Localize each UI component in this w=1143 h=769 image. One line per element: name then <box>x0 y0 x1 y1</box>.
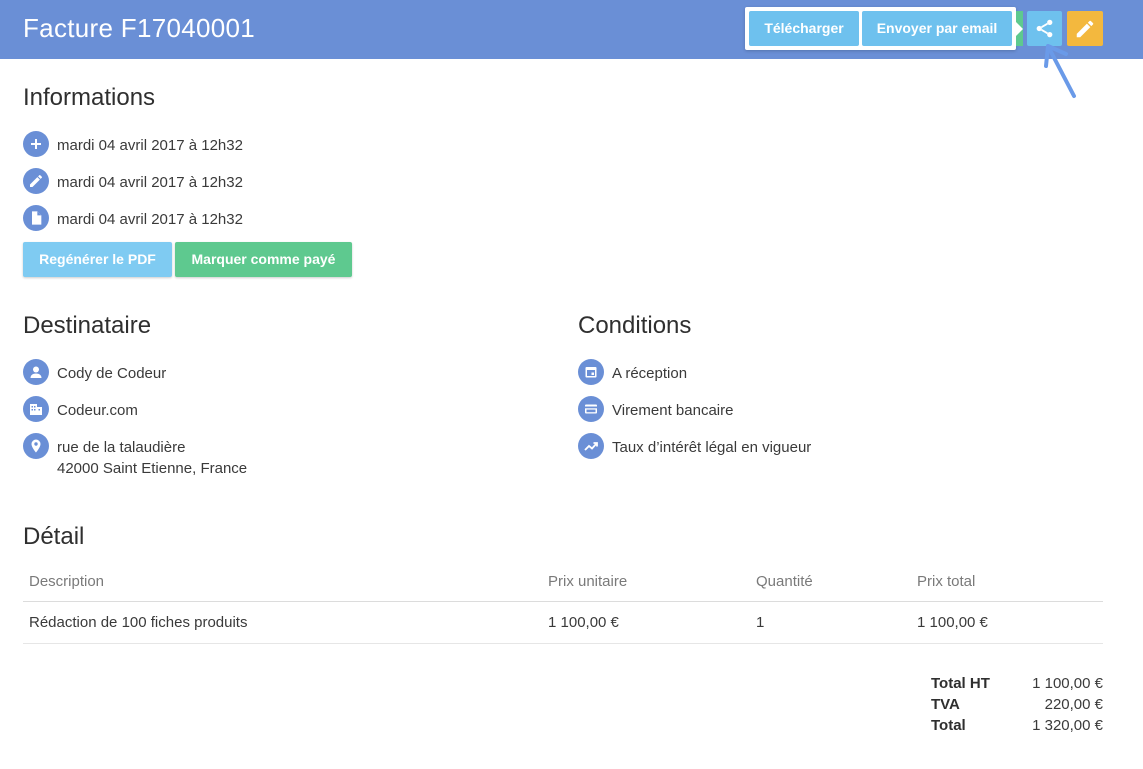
column-header-unit-price: Prix unitaire <box>548 573 628 590</box>
item-unit-price: 1 100,00 € <box>548 614 619 631</box>
recipient-name: Cody de Codeur <box>57 365 167 382</box>
pencil-icon <box>23 168 49 194</box>
person-icon <box>23 359 49 385</box>
calendar-icon <box>578 359 604 385</box>
total-ht-label: Total HT <box>931 675 990 692</box>
trending-up-icon <box>578 433 604 459</box>
table-row: Rédaction de 100 fiches produits 1 100,0… <box>23 602 1103 644</box>
recipient-company: Codeur.com <box>57 402 138 419</box>
payment-term: A réception <box>612 365 688 382</box>
plus-icon <box>23 131 49 157</box>
tva-row: TVA 220,00 € <box>931 696 1103 717</box>
total-ht-row: Total HT 1 100,00 € <box>931 675 1103 696</box>
annotation-arrow-icon <box>1044 44 1076 98</box>
regenerate-pdf-button[interactable]: Regénérer le PDF <box>23 242 172 277</box>
modified-date: mardi 04 avril 2017 à 12h32 <box>57 174 243 191</box>
total-label: Total <box>931 717 966 734</box>
page-title: Facture F17040001 <box>23 13 256 43</box>
mark-paid-button[interactable]: Marquer comme payé <box>175 242 352 277</box>
item-total-price: 1 100,00 € <box>917 614 988 631</box>
detail-heading: Détail <box>23 523 85 550</box>
recipient-address-line2: 42000 Saint Etienne, France <box>57 460 248 477</box>
recipient-heading: Destinataire <box>23 312 152 339</box>
item-quantity: 1 <box>756 614 765 631</box>
tva-label: TVA <box>931 696 960 713</box>
building-icon <box>23 396 49 422</box>
credit-card-icon <box>578 396 604 422</box>
download-button[interactable]: Télécharger <box>749 11 859 46</box>
column-header-quantity: Quantité <box>756 573 813 590</box>
location-pin-icon <box>23 433 49 459</box>
created-date: mardi 04 avril 2017 à 12h32 <box>57 137 243 154</box>
share-popover: Télécharger Envoyer par email <box>745 7 1016 50</box>
pdf-date: mardi 04 avril 2017 à 12h32 <box>57 211 243 228</box>
total-ht-value: 1 100,00 € <box>1032 675 1103 692</box>
document-icon <box>23 205 49 231</box>
recipient-address-line1: rue de la talaudière <box>57 439 186 456</box>
column-header-total-price: Prix total <box>917 573 976 590</box>
column-header-description: Description <box>29 573 105 590</box>
share-icon <box>1036 19 1053 38</box>
send-email-button[interactable]: Envoyer par email <box>862 11 1012 46</box>
conditions-heading: Conditions <box>578 312 692 339</box>
late-interest: Taux d’intérêt légal en vigueur <box>612 439 812 456</box>
tva-value: 220,00 € <box>1044 696 1103 713</box>
pencil-icon <box>1076 20 1094 38</box>
payment-method: Virement bancaire <box>612 402 734 419</box>
popover-arrow <box>1016 22 1023 36</box>
item-description: Rédaction de 100 fiches produits <box>29 614 248 631</box>
total-value: 1 320,00 € <box>1032 717 1103 734</box>
informations-heading: Informations <box>23 84 156 111</box>
table-header: Description Prix unitaire Quantité Prix … <box>23 562 1103 602</box>
total-ttc-row: Total 1 320,00 € <box>931 717 1103 738</box>
